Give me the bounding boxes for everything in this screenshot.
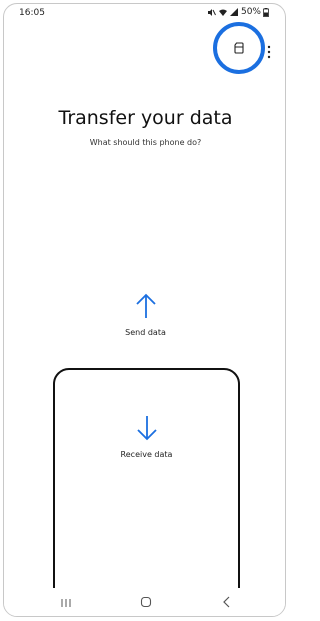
status-time: 16:05 (19, 8, 45, 18)
sd-card-icon (233, 39, 245, 58)
receive-data-option[interactable]: Receive data (53, 368, 240, 616)
wifi-icon (218, 8, 228, 17)
receive-data-label: Receive data (120, 450, 173, 459)
home-icon (140, 593, 152, 612)
sd-card-button[interactable] (213, 22, 265, 74)
home-button[interactable] (137, 594, 155, 610)
more-options-icon[interactable] (267, 44, 271, 59)
status-icons: 50% (207, 7, 269, 17)
recent-apps-icon (60, 593, 72, 612)
back-button[interactable] (218, 594, 236, 610)
recent-apps-button[interactable] (57, 594, 75, 610)
signal-icon (229, 7, 239, 17)
send-data-option[interactable]: Send data (4, 292, 285, 352)
arrow-up-icon (4, 292, 285, 320)
receive-data-content: Receive data (55, 414, 238, 459)
navigation-bar (4, 588, 285, 616)
back-icon (222, 593, 232, 612)
phone-screen: 16:05 50% Transfer your data What should… (3, 3, 286, 617)
page-title: Transfer your data (58, 107, 233, 129)
battery-text: 50% (240, 7, 261, 17)
mute-icon (207, 8, 216, 17)
page-subtitle: What should this phone do? (89, 138, 202, 147)
arrow-down-icon (55, 414, 238, 442)
battery-icon (263, 7, 269, 17)
send-data-label: Send data (125, 328, 166, 337)
